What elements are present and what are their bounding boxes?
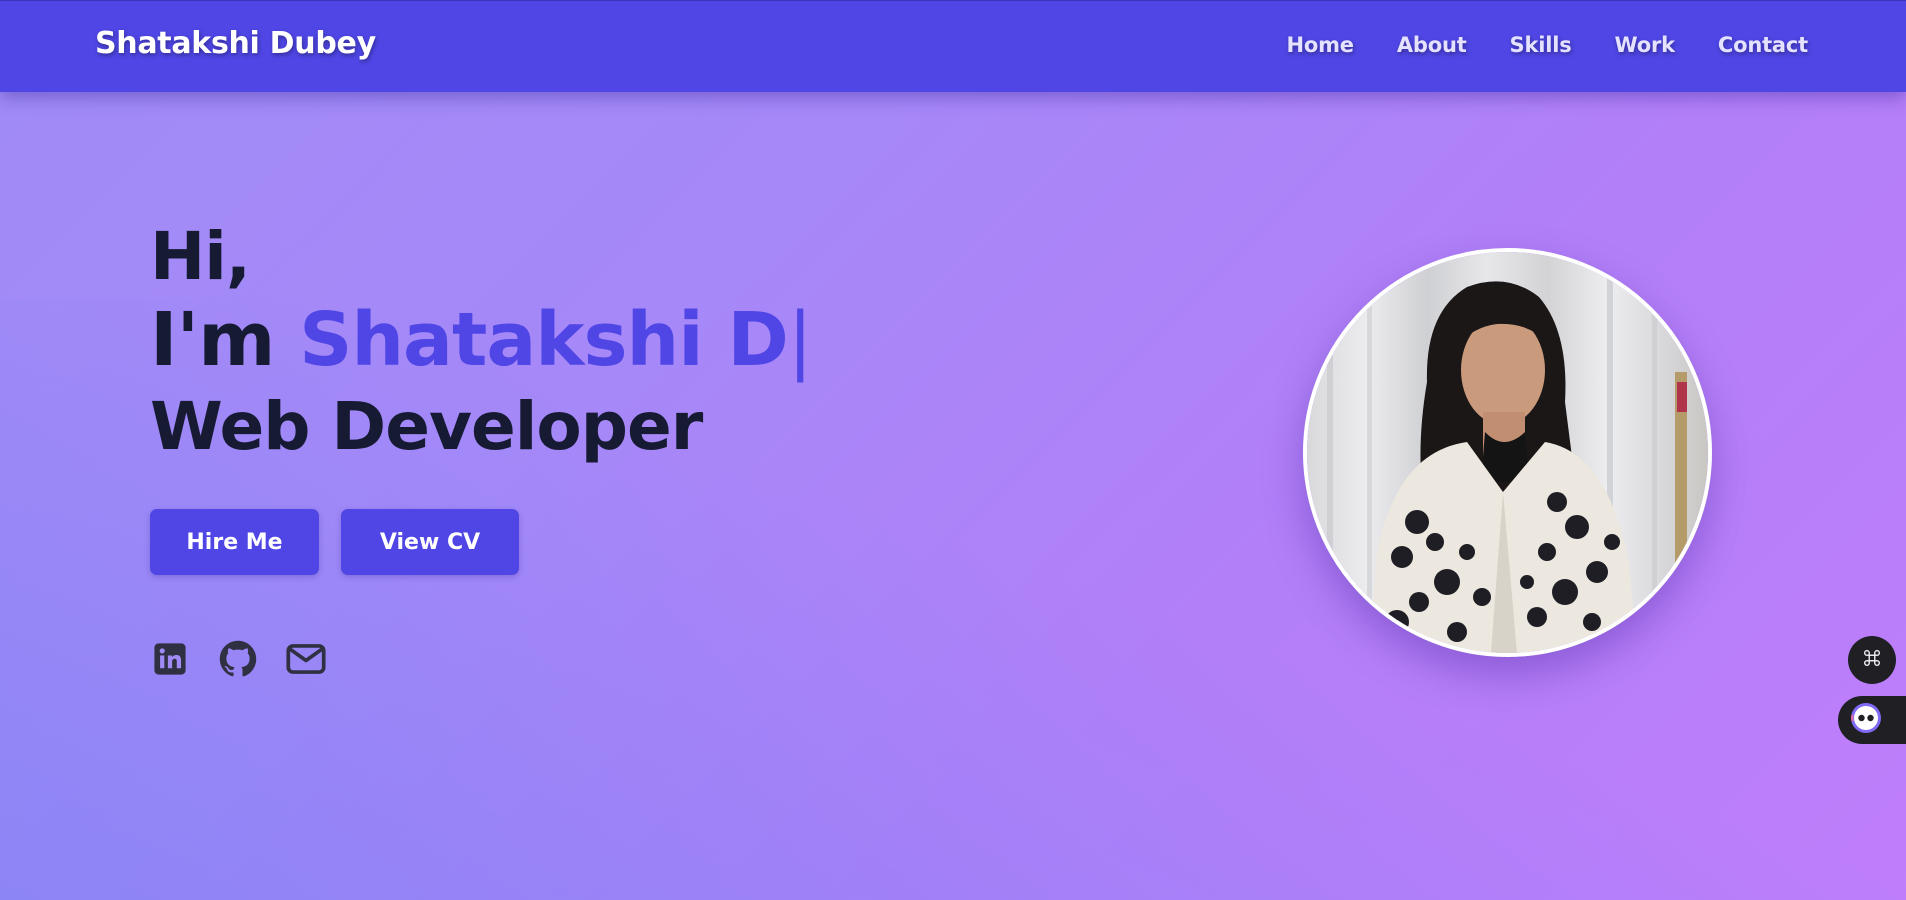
profile-photo [1303, 248, 1712, 657]
hire-me-button[interactable]: Hire Me [150, 509, 319, 575]
nav-link-home[interactable]: Home [1287, 33, 1355, 57]
typing-cursor: | [787, 297, 813, 383]
nav-link-about[interactable]: About [1397, 33, 1467, 57]
assistant-button[interactable] [1838, 696, 1906, 744]
hero-section: Hi, I'm Shatakshi D| Web Developer Hire … [0, 92, 1906, 900]
robot-face-icon [1850, 702, 1882, 738]
nav-link-contact[interactable]: Contact [1718, 33, 1808, 57]
github-icon[interactable] [218, 639, 258, 679]
hero-role: Web Developer [150, 388, 703, 465]
social-links [150, 639, 354, 679]
view-cv-button[interactable]: View CV [341, 509, 519, 575]
nav-link-skills[interactable]: Skills [1510, 33, 1572, 57]
hero-typed-name: Shatakshi D [299, 297, 789, 383]
hero-intro-prefix: I'm [150, 297, 300, 383]
nav-link-work[interactable]: Work [1615, 33, 1676, 57]
command-icon [1861, 647, 1883, 673]
linkedin-icon[interactable] [150, 639, 190, 679]
hero-greeting: Hi, [150, 218, 251, 295]
navbar: Shatakshi Dubey Home About Skills Work C… [0, 0, 1906, 92]
nav-menu: Home About Skills Work Contact [1244, 33, 1809, 57]
mail-icon[interactable] [286, 639, 326, 679]
command-menu-button[interactable] [1848, 636, 1896, 684]
brand-logo[interactable]: Shatakshi Dubey [95, 26, 376, 61]
hero-intro: I'm Shatakshi D| [150, 297, 813, 383]
